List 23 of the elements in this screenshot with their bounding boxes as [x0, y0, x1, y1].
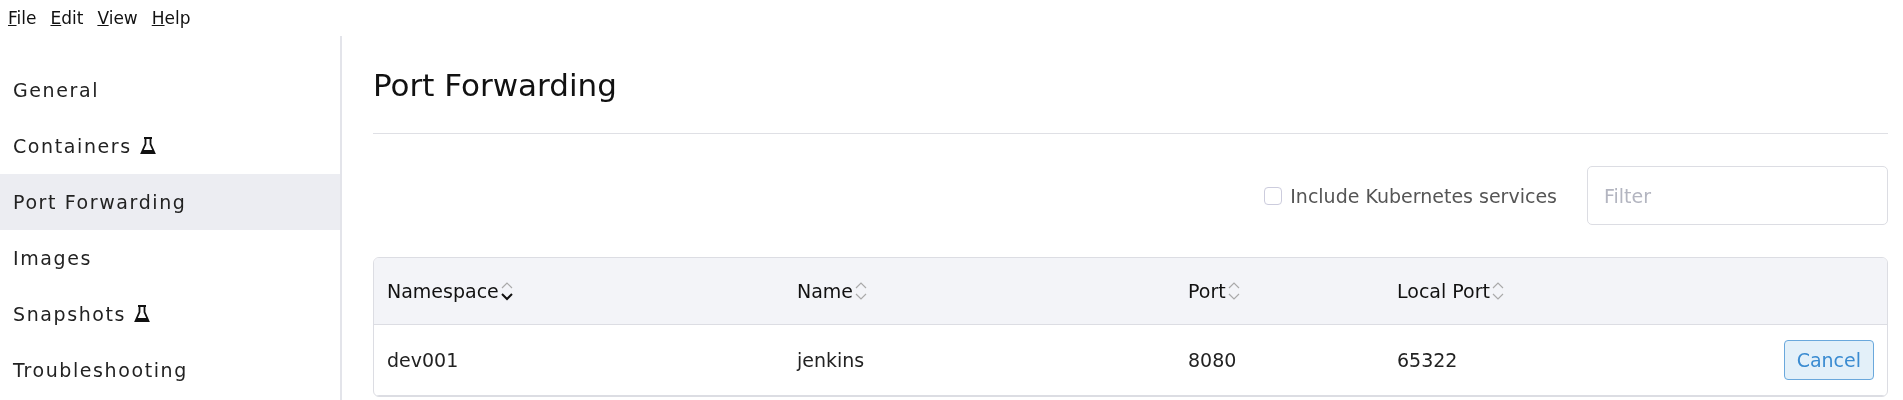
sidebar-item[interactable]: Port Forwarding [0, 174, 340, 230]
sidebar-item[interactable]: Snapshots [0, 286, 340, 342]
table-cell: dev001 [387, 349, 459, 371]
menu-item[interactable]: Help [151, 8, 191, 28]
column-header[interactable]: Name [797, 280, 854, 302]
table-cell: 8080 [1188, 349, 1237, 371]
sidebar-item[interactable]: Troubleshooting [0, 342, 340, 398]
table-cell: 65322 [1397, 349, 1458, 371]
sidebar-item[interactable]: Containers [0, 118, 340, 174]
menu-item[interactable]: View [97, 8, 138, 28]
column-header[interactable]: Port [1188, 280, 1226, 302]
column-header[interactable]: Local Port [1397, 280, 1490, 302]
sidebar-item[interactable]: General [0, 62, 340, 118]
menu-item[interactable]: File [8, 8, 37, 28]
sort-icon[interactable] [499, 280, 514, 302]
checkbox[interactable] [1264, 186, 1283, 205]
table-cell: jenkins [797, 349, 865, 371]
menu-item[interactable]: Edit [50, 8, 84, 28]
sidebar-item[interactable]: Images [0, 230, 340, 286]
filter-field[interactable]: Filter [1587, 166, 1888, 225]
column-header[interactable]: Namespace [387, 280, 499, 302]
page-title: Port Forwarding [373, 36, 1888, 134]
include-kubernetes-checkbox[interactable]: Include Kubernetes services [1264, 184, 1557, 207]
